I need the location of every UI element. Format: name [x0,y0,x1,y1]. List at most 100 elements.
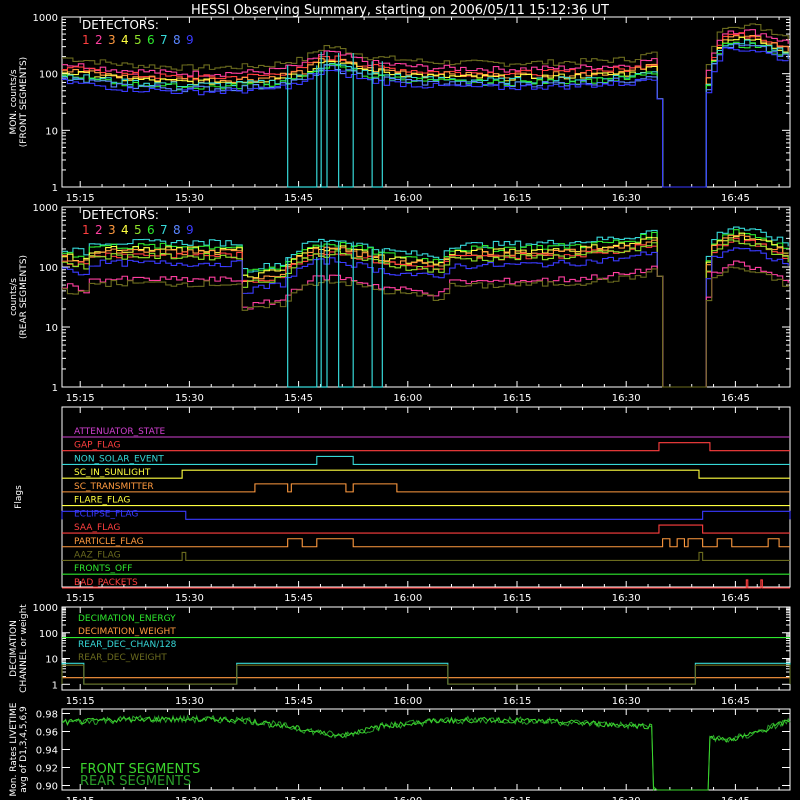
front-legend-number: 3 [108,33,116,47]
live-xtick-label: 16:30 [612,796,641,800]
dec-ylabel: DECIMATION CHANNEL or weight [9,604,29,693]
dec-series-4 [61,664,791,685]
dec-xtick-label: 16:00 [393,696,422,707]
decimation-panel: 15:15 15:30 15:45 16:00 16:15 16:30 16:45 1 10 10… [9,603,791,707]
front-series-7 [62,41,789,188]
flags-ylabel-line: Flags [14,485,24,509]
live-legend-rear: REAR SEGMENTS [80,774,191,789]
flag-line-non-solar-event [62,455,790,465]
rear-xtick-label: 15:15 [66,393,95,404]
rear-segments-panel: 15:15 15:30 15:45 16:00 16:15 16:30 16:45 1 10 10… [9,203,791,404]
front-legend-number: 2 [95,33,103,47]
front-legend-number: 7 [160,33,168,47]
front-xtick-label: 16:30 [612,193,641,204]
front-series-2 [62,29,789,188]
front-series-1 [62,23,789,188]
rear-legend-number: 2 [95,223,103,237]
dec-ytick-label: 100 [39,629,58,640]
flag-line-sc-in-sunlight [62,469,790,479]
flag-label-aaz-flag: AAZ_FLAG [74,550,121,560]
flag-label-sc-transmitter: SC_TRANSMITTER [74,482,154,492]
dec-legend-4: REAR_DEC_WEIGHT [78,653,167,663]
rear-ytick-label: 1 [52,383,58,394]
live-xtick-label: 15:45 [284,796,313,800]
flag-line-sc-transmitter [62,483,790,493]
rear-series-8 [62,260,789,388]
rear-legend-number: 8 [173,223,181,237]
live-xtick-label: 16:15 [503,796,532,800]
dec-xtick-label: 16:30 [612,696,641,707]
flag-label-sc-in-sunlight: SC_IN_SUNLIGHT [74,468,151,478]
rear-legend-number: 6 [147,223,155,237]
front-ylabel: MON. counts/s (FRONT SEGMENTS) [9,57,29,147]
live-ytick-label: 0.98 [36,710,58,721]
front-series-3 [62,32,789,188]
dec-series-3 [61,662,791,685]
rear-legend-number: 5 [134,223,142,237]
flags-xtick-label: 15:15 [66,593,95,604]
flags-xtick-label: 16:00 [393,593,422,604]
front-ylabel-line: MON. counts/s [9,69,19,134]
front-xtick-label: 16:15 [503,193,532,204]
live-ytick-label: 0.92 [36,764,58,775]
flag-label-gap-flag: GAP_FLAG [74,441,120,451]
dec-xtick-label: 15:30 [175,696,204,707]
front-xtick-label: 16:45 [721,193,750,204]
rear-legend-number: 3 [108,223,116,237]
rear-legend-title: DETECTORS: [82,208,159,222]
rear-series-9 [62,266,789,388]
rear-ytick-label: 1000 [33,203,58,214]
rear-xtick-label: 15:30 [175,393,204,404]
front-series-5 [62,36,789,188]
rear-ylabel-line: (REAR SEGMENTS) [19,255,29,339]
dec-ytick-label: 1 [52,680,58,691]
live-xtick-label: 16:00 [393,796,422,800]
rear-legend-number: 1 [82,223,90,237]
dec-xtick-label: 15:45 [284,696,313,707]
front-legend-title: DETECTORS: [82,18,159,32]
flags-xtick-label: 16:45 [721,593,750,604]
dec-xtick-label: 15:15 [66,696,95,707]
dec-xtick-label: 16:45 [721,696,750,707]
flag-label-saa-flag: SAA_FLAG [74,523,120,533]
flags-xtick-label: 15:45 [284,593,313,604]
rear-ylabel: counts/s (REAR SEGMENTS) [9,255,29,339]
dec-legend-1: DECIMATION_ENERGY [78,614,176,624]
front-xtick-label: 15:15 [66,193,95,204]
live-ytick-label: 0.96 [36,728,58,739]
front-legend-number: 6 [147,33,155,47]
front-segments-panel: 15:15 15:30 15:45 16:00 16:15 16:30 16:45 1 10 10… [9,13,791,204]
rear-xtick-label: 16:30 [612,393,641,404]
flag-label-fronts-off: FRONTS_OFF [74,564,132,574]
rear-series-5 [62,237,789,388]
front-legend-number: 9 [186,33,194,47]
front-ytick-label: 100 [39,70,58,81]
front-legend-number: 1 [82,33,90,47]
front-ylabel-line: (FRONT SEGMENTS) [19,57,29,147]
flag-label-attenuator-state: ATTENUATOR_STATE [74,427,166,437]
rear-series-1 [62,226,789,388]
dec-ylabel-line: DECIMATION [9,620,19,677]
front-legend-number: 4 [121,33,129,47]
front-frame [61,16,791,188]
dec-xtick-label: 16:15 [503,696,532,707]
live-ylabel-line: avg of D1,3,4,5,6,9 [19,706,29,793]
flags-ylabel: Flags [14,485,24,509]
live-xtick-label: 16:45 [721,796,750,800]
front-legend-number: 5 [134,33,142,47]
front-xtick-label: 15:45 [284,193,313,204]
front-xtick-label: 16:00 [393,193,422,204]
flags-xtick-label: 16:15 [503,593,532,604]
front-ytick-label: 10 [45,126,58,137]
flag-label-particle-flag: PARTICLE_FLAG [74,537,144,547]
flag-line-eclipse-flag [61,510,791,520]
flag-line-gap-flag [62,442,790,452]
rear-xtick-label: 16:15 [503,393,532,404]
dec-ytick-label: 1000 [33,603,58,614]
live-ytick-label: 0.90 [36,782,58,793]
rear-frame [61,206,791,388]
dec-legend-3: REAR_DEC_CHAN/128 [78,640,177,650]
flag-label-flare-flag: FLARE_FLAG [74,496,130,506]
rear-legend-number: 4 [121,223,129,237]
flag-line-saa-flag [62,524,790,534]
